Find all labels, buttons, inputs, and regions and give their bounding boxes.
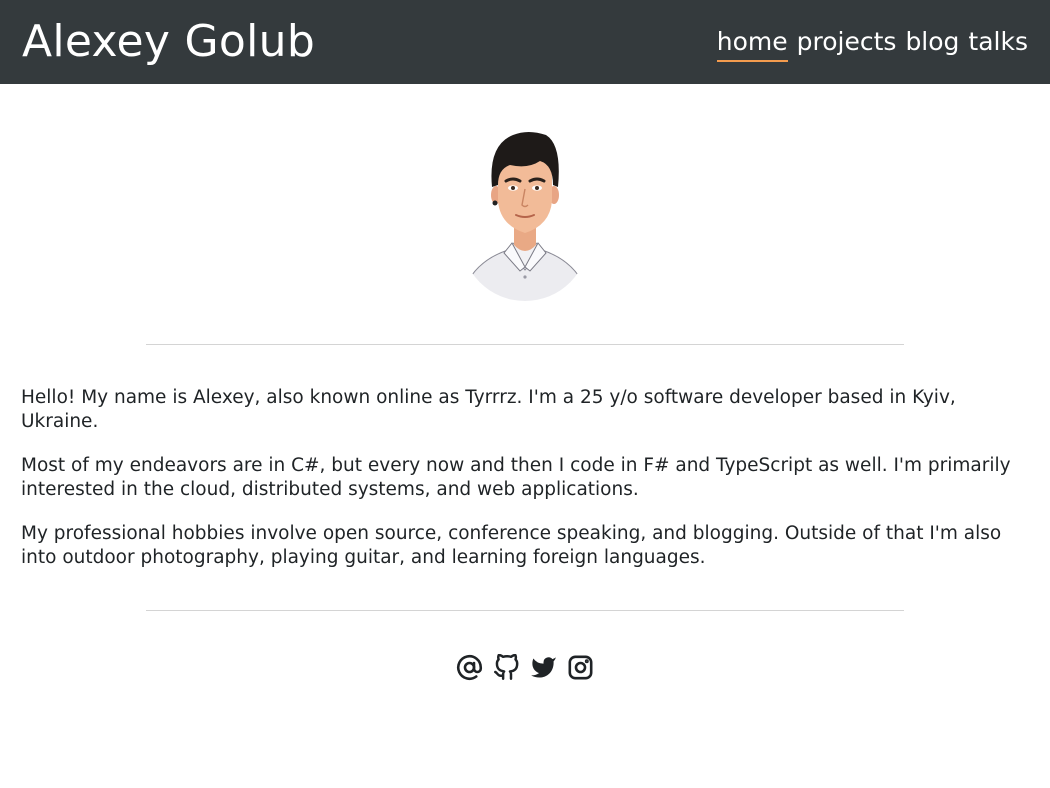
intro-section: Hello! My name is Alexey, also known onl… [21,386,1029,590]
intro-paragraph-1: Hello! My name is Alexey, also known onl… [21,387,956,432]
main-nav: home projects blog talks [716,24,1028,62]
at-sign-icon[interactable] [456,654,483,681]
site-header: Alexey Golub home projects blog talks [0,0,1050,84]
nav-link-blog[interactable]: blog [905,24,959,60]
github-icon[interactable] [493,654,520,681]
nav-link-talks[interactable]: talks [968,24,1028,60]
nav-link-projects[interactable]: projects [797,24,897,60]
social-links [456,654,594,681]
intro-paragraph-2: Most of my endeavors are in C#, but ever… [21,455,1011,500]
avatar [465,132,585,301]
site-title-link[interactable]: Alexey Golub [22,14,315,70]
intro-paragraph-3: My professional hobbies involve open sou… [21,523,1002,568]
twitter-icon[interactable] [530,654,557,681]
instagram-icon[interactable] [567,654,594,681]
nav-link-home[interactable]: home [716,24,788,62]
divider-top [146,344,904,345]
divider-bottom [146,610,904,611]
